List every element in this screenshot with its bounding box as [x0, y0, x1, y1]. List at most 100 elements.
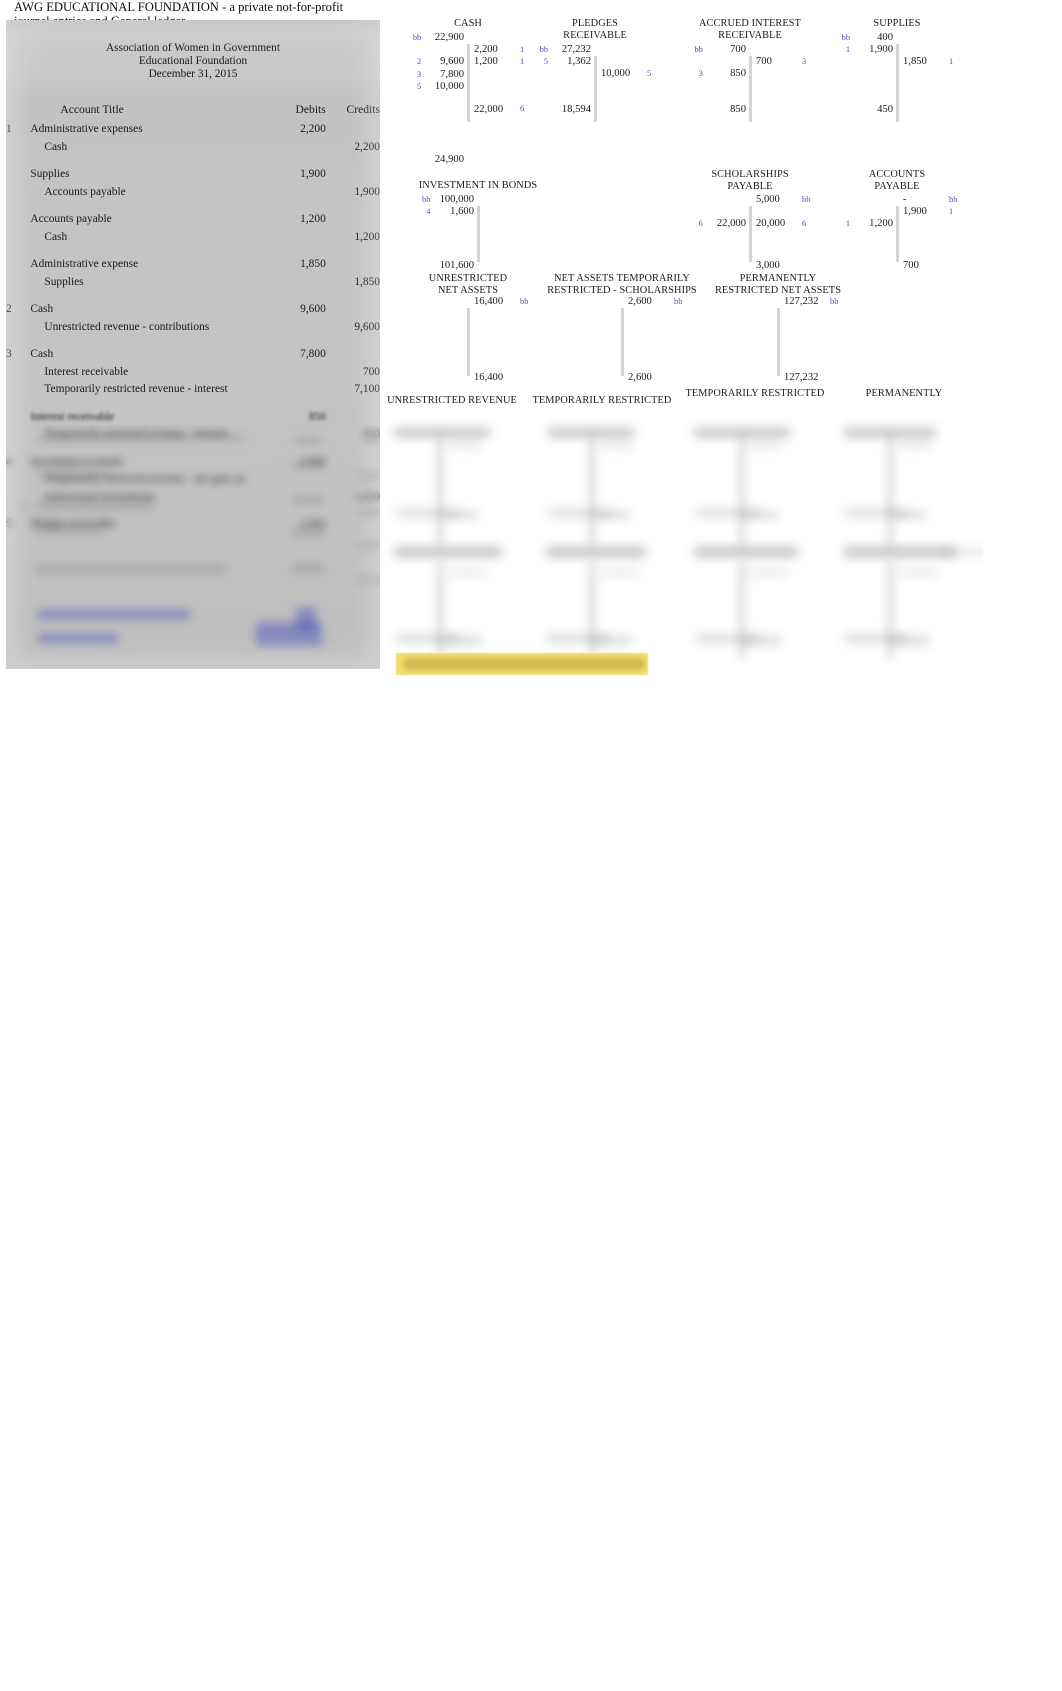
t-account-credit-amount: 2,600	[628, 296, 652, 307]
journal-header-row: Account Title Debits Credits	[6, 104, 380, 124]
t-account-credit-amount: 5,000	[756, 194, 780, 205]
t-account-total-credit: 16,400	[474, 372, 504, 383]
journal-credit-amount	[326, 294, 380, 304]
t-account-row: 10,000 5	[520, 68, 670, 80]
redacted-text	[292, 461, 324, 469]
company-name: Association of Women in Government	[106, 42, 280, 54]
journal-account-title: Cash	[44, 140, 68, 153]
ghost-text	[546, 547, 646, 557]
redacted-text	[292, 528, 324, 536]
t-account-label: PLEDGES RECEIVABLE	[563, 18, 627, 41]
t-account-total-row: 700	[822, 260, 972, 272]
ghost-number	[444, 636, 482, 645]
redacted-link[interactable]	[38, 610, 190, 619]
ghost-t-stem	[888, 434, 892, 546]
journal-debit-amount	[264, 367, 325, 385]
journal-credit-amount: 1,850	[354, 275, 380, 288]
journal-debit-amount	[264, 402, 325, 412]
t-account-entries: 2,600 bb	[522, 296, 722, 308]
t-account-debit-amount: 7,800	[440, 68, 464, 80]
t-account-debit-amount: 1,900	[869, 44, 893, 56]
journal-spacer-row	[6, 402, 380, 412]
t-account-total-credit: 127,232	[784, 372, 819, 383]
journal-credit-amount: 7,100	[354, 383, 380, 395]
t-account-debit-ref: 5	[417, 81, 422, 91]
journal-credit-amount	[326, 349, 380, 367]
t-account-total-row: 18,594	[520, 104, 670, 116]
t-account-total-credit: 3,000	[756, 260, 780, 271]
t-account-entries: 5,000 bb 6 22,000 20,000 6	[670, 194, 830, 231]
journal-entry-number	[6, 367, 30, 385]
t-account-debit-amount: 22,000	[716, 218, 746, 230]
journal-entry-row: 3 Cash 7,800	[6, 348, 380, 367]
journal-debit-amount: 9,600	[300, 303, 326, 315]
t-account-credit-amount: 1,200	[474, 56, 498, 68]
ghost-number	[448, 442, 482, 450]
redacted-text	[358, 541, 380, 549]
t-account-credit-amount: 1,850	[903, 56, 927, 68]
t-account-debit-amount: 850	[730, 68, 746, 80]
redacted-text	[38, 435, 198, 442]
journal-account-title: Accounts payable	[44, 185, 126, 198]
t-account-total-credit: 700	[903, 260, 919, 271]
redacted-link-value[interactable]	[296, 608, 316, 630]
t-account-row: 2 9,600 1,200 1	[398, 56, 538, 68]
journal-credit-amount: 1,900	[354, 185, 380, 198]
ghost-number	[744, 511, 778, 519]
journal-debit-amount	[264, 142, 325, 160]
redacted-text	[294, 437, 322, 444]
journal-entry-row: 2 Cash 9,600	[6, 303, 380, 322]
t-account-total-credit-ref: 6	[520, 104, 525, 113]
t-account-total-debit: 18,594	[561, 104, 591, 115]
ghost-text	[942, 547, 982, 557]
redacted-text	[20, 502, 28, 510]
journal-account-title: Accounts payable	[30, 213, 112, 225]
t-account-credit-ref: bb	[674, 297, 683, 306]
t-account-row: 2,200 1	[398, 44, 538, 56]
redacted-text	[358, 576, 380, 584]
redacted-text	[38, 469, 112, 477]
t-account-total-row: 850	[670, 104, 830, 116]
journal-credit-amount	[326, 249, 380, 259]
journal-credit-amount	[326, 519, 380, 537]
journal-account-title: Administrative expenses	[30, 123, 143, 135]
ghost-number	[748, 568, 788, 576]
ghost-t-stem	[438, 434, 442, 546]
t-account-credit-ref: bb	[830, 297, 839, 306]
ghost-number	[600, 442, 634, 450]
t-account-debit-ref: 2	[417, 57, 422, 67]
t-account-divider	[620, 308, 624, 376]
ghost-text	[694, 547, 798, 557]
journal-credit-amount	[326, 259, 380, 277]
ghost-number	[448, 568, 488, 576]
journal-entry-number	[6, 142, 30, 160]
journal-entry-number: 3	[6, 348, 12, 360]
t-account-row: 1,900 1	[822, 206, 972, 218]
journal-debit-amount: 1,900	[300, 168, 326, 180]
t-account-debit-ref: bb	[412, 33, 422, 42]
t-account-entries: bb 100,000 4 1,600	[388, 194, 568, 218]
redacted-link[interactable]	[38, 634, 118, 643]
ghost-number	[898, 442, 932, 450]
ghost-number	[892, 511, 926, 519]
journal-debit-amount	[264, 322, 325, 340]
t-account-divider	[466, 308, 470, 376]
journal-entry-row: Accounts payable 1,900	[6, 185, 380, 205]
t-account-label: ACCOUNTS PAYABLE	[868, 169, 926, 192]
ghost-text	[844, 547, 956, 557]
t-account-row: 3 850	[670, 68, 830, 80]
t-account-entries: bb 22,900 2,200 1 2 9,600 1,200 1 3 7,800 5 10,000	[398, 32, 538, 93]
t-account-row: 16,400 bb	[388, 296, 548, 308]
t-account-entries: 16,400 bb	[388, 296, 548, 308]
t-account-entries: bb 400 1 1,900 1,850 1	[822, 32, 972, 69]
journal-account-title: Supplies	[44, 275, 84, 288]
t-account-label: PERMANENTLY	[865, 388, 943, 399]
journal-company-header: Association of Women in Government Educa…	[6, 42, 380, 82]
general-ledger-t-accounts: PERMANENTLY RESTRICTED NET ASSETS 127,232…	[382, 14, 1060, 682]
t-account-total-row: 3,000	[670, 260, 830, 272]
journal-account-title: Cash	[30, 303, 54, 315]
ghost-text	[694, 428, 790, 437]
journal-entry-number	[6, 384, 30, 402]
journal-entry-number	[6, 169, 30, 187]
journal-account-title	[30, 294, 264, 304]
